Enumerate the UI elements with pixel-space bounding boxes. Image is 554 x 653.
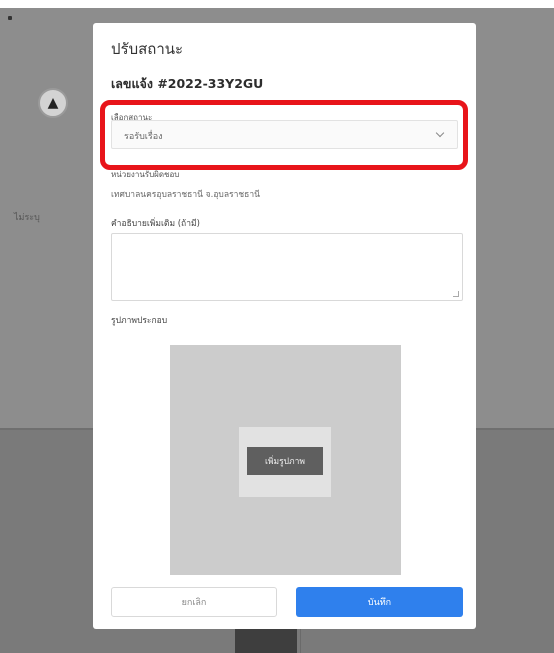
status-update-dialog: ปรับสถานะ เลขแจ้ง #2022-33Y2GU เลือกสถาน… — [93, 23, 476, 629]
save-button[interactable]: บันทึก — [296, 587, 463, 617]
image-label: รูปภาพประกอบ — [111, 316, 168, 326]
page-dot — [8, 16, 12, 20]
chevron-down-icon — [435, 128, 445, 138]
status-select[interactable]: รอรับเรื่อง — [111, 120, 458, 149]
page-top-strip — [0, 0, 554, 8]
background-side-label: ไม่ระบุ — [14, 212, 40, 222]
image-upload-inner: เพิ่มรูปภาพ — [239, 427, 331, 497]
image-upload-area[interactable]: เพิ่มรูปภาพ — [170, 345, 401, 575]
note-label: คำอธิบายเพิ่มเติม (ถ้ามี) — [111, 219, 200, 229]
status-select-value: รอรับเรื่อง — [124, 132, 163, 142]
bell-icon[interactable]: ▲ — [38, 88, 68, 118]
note-textarea[interactable] — [111, 233, 463, 301]
dialog-title: ปรับสถานะ — [111, 40, 184, 58]
agency-value: เทศบาลนครอุบลราชธานี จ.อุบลราชธานี — [111, 190, 260, 200]
report-number: เลขแจ้ง #2022-33Y2GU — [111, 76, 264, 91]
bell-glyph: ▲ — [47, 95, 59, 111]
resize-grip-icon[interactable] — [453, 291, 459, 297]
add-image-button[interactable]: เพิ่มรูปภาพ — [247, 447, 323, 475]
cancel-button[interactable]: ยกเลิก — [111, 587, 277, 617]
agency-label: หน่วยงานรับผิดชอบ — [111, 170, 180, 179]
